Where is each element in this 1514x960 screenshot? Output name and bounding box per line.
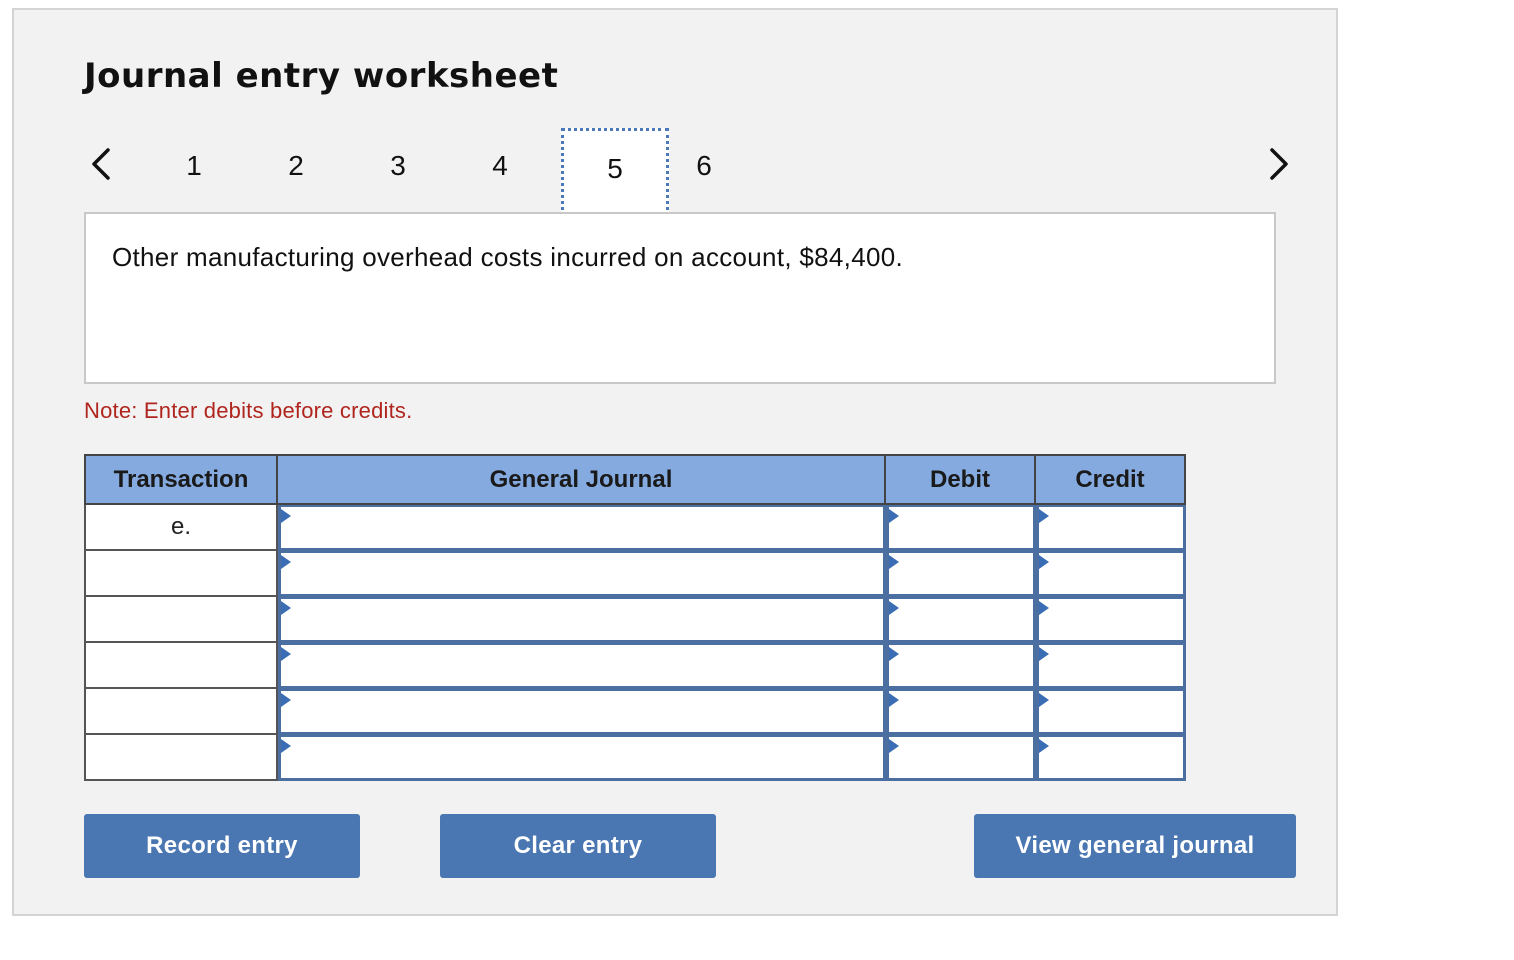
next-step-button[interactable] bbox=[1260, 144, 1296, 184]
debit-input[interactable] bbox=[886, 597, 1036, 643]
table-row bbox=[84, 735, 1186, 781]
account-select[interactable] bbox=[278, 735, 886, 781]
view-general-journal-button[interactable]: View general journal bbox=[974, 814, 1296, 878]
transaction-description-box: Other manufacturing overhead costs incur… bbox=[84, 212, 1276, 384]
journal-table-header: Transaction General Journal Debit Credit bbox=[84, 454, 1186, 505]
table-row bbox=[84, 643, 1186, 689]
dropdown-triangle-icon bbox=[1039, 647, 1049, 661]
credit-input[interactable] bbox=[1036, 643, 1186, 689]
dropdown-triangle-icon bbox=[889, 509, 899, 523]
debit-input[interactable] bbox=[886, 505, 1036, 551]
account-select[interactable] bbox=[278, 689, 886, 735]
credit-input[interactable] bbox=[1036, 505, 1186, 551]
header-general-journal: General Journal bbox=[278, 456, 886, 503]
transaction-description: Other manufacturing overhead costs incur… bbox=[112, 242, 903, 272]
record-entry-button[interactable]: Record entry bbox=[84, 814, 360, 878]
dropdown-triangle-icon bbox=[281, 601, 291, 615]
chevron-left-icon bbox=[92, 148, 110, 180]
table-row bbox=[84, 597, 1186, 643]
dropdown-triangle-icon bbox=[281, 647, 291, 661]
dropdown-triangle-icon bbox=[889, 647, 899, 661]
dropdown-triangle-icon bbox=[1039, 555, 1049, 569]
dropdown-triangle-icon bbox=[889, 555, 899, 569]
step-tab-5-active[interactable]: 5 bbox=[561, 128, 669, 216]
dropdown-triangle-icon bbox=[281, 739, 291, 753]
header-debit: Debit bbox=[886, 456, 1036, 503]
table-row bbox=[84, 551, 1186, 597]
header-transaction: Transaction bbox=[86, 456, 278, 503]
account-select[interactable] bbox=[278, 551, 886, 597]
dropdown-triangle-icon bbox=[1039, 739, 1049, 753]
dropdown-triangle-icon bbox=[281, 509, 291, 523]
transaction-cell: e. bbox=[84, 505, 278, 551]
transaction-cell bbox=[84, 735, 278, 781]
journal-table: Transaction General Journal Debit Credit… bbox=[84, 454, 1186, 781]
transaction-cell bbox=[84, 689, 278, 735]
transaction-cell bbox=[84, 597, 278, 643]
worksheet-panel: Journal entry worksheet 1 2 3 4 5 6 Othe… bbox=[12, 8, 1338, 916]
dropdown-triangle-icon bbox=[1039, 601, 1049, 615]
dropdown-triangle-icon bbox=[1039, 509, 1049, 523]
transaction-cell bbox=[84, 643, 278, 689]
account-select[interactable] bbox=[278, 505, 886, 551]
entry-note: Note: Enter debits before credits. bbox=[84, 398, 413, 423]
account-select[interactable] bbox=[278, 597, 886, 643]
credit-input[interactable] bbox=[1036, 551, 1186, 597]
dropdown-triangle-icon bbox=[889, 693, 899, 707]
debit-input[interactable] bbox=[886, 551, 1036, 597]
step-tab-4[interactable]: 4 bbox=[480, 146, 520, 186]
step-tab-6[interactable]: 6 bbox=[684, 146, 724, 186]
dropdown-triangle-icon bbox=[281, 693, 291, 707]
dropdown-triangle-icon bbox=[889, 601, 899, 615]
dropdown-triangle-icon bbox=[281, 555, 291, 569]
debit-input[interactable] bbox=[886, 735, 1036, 781]
account-select[interactable] bbox=[278, 643, 886, 689]
table-row bbox=[84, 689, 1186, 735]
debit-input[interactable] bbox=[886, 689, 1036, 735]
credit-input[interactable] bbox=[1036, 597, 1186, 643]
transaction-cell bbox=[84, 551, 278, 597]
dropdown-triangle-icon bbox=[889, 739, 899, 753]
step-tab-1[interactable]: 1 bbox=[174, 146, 214, 186]
dropdown-triangle-icon bbox=[1039, 693, 1049, 707]
page-title: Journal entry worksheet bbox=[84, 56, 559, 96]
credit-input[interactable] bbox=[1036, 735, 1186, 781]
credit-input[interactable] bbox=[1036, 689, 1186, 735]
step-tab-3[interactable]: 3 bbox=[378, 146, 418, 186]
table-row: e. bbox=[84, 505, 1186, 551]
chevron-right-icon bbox=[1270, 148, 1288, 180]
header-credit: Credit bbox=[1075, 465, 1145, 493]
step-tab-2[interactable]: 2 bbox=[276, 146, 316, 186]
clear-entry-button[interactable]: Clear entry bbox=[440, 814, 716, 878]
prev-step-button[interactable] bbox=[84, 144, 120, 184]
debit-input[interactable] bbox=[886, 643, 1036, 689]
